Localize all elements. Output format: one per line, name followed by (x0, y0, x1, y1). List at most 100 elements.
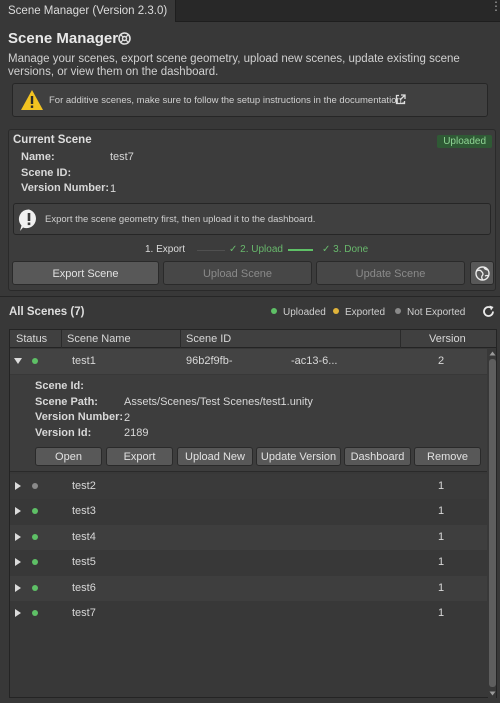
version-number-value: 1 (110, 183, 117, 195)
table-row[interactable]: test6 1 (10, 576, 487, 601)
export-hint-text: Export the scene geometry first, then up… (45, 214, 316, 225)
column-status[interactable]: Status (16, 333, 47, 345)
scene-name: test4 (72, 531, 96, 543)
column-scene-name[interactable]: Scene Name (67, 333, 131, 345)
chevron-right-icon[interactable] (14, 608, 22, 618)
table-row[interactable]: test2 1 (10, 474, 487, 499)
refresh-icon[interactable] (482, 305, 495, 318)
column-scene-id[interactable]: Scene ID (186, 333, 231, 345)
scene-name: test7 (72, 607, 96, 619)
detail-version-id-label: Version Id: (35, 427, 92, 439)
scene-id: 96b2f9fb- (186, 355, 233, 367)
vertical-scrollbar[interactable] (488, 349, 496, 698)
export-button[interactable]: Export (106, 447, 173, 466)
detail-scene-path-label: Scene Path: (35, 396, 98, 408)
table-row[interactable]: test5 1 (10, 550, 487, 575)
scene-name: test1 (72, 355, 96, 367)
column-version[interactable]: Version (429, 333, 466, 345)
legend-uploaded-label: Uploaded (283, 307, 326, 318)
chevron-right-icon[interactable] (14, 583, 22, 593)
view-dashboard-button[interactable] (470, 261, 494, 285)
detail-version-number-label: Version Number: (35, 411, 124, 423)
detail-scene-path-value: Assets/Scenes/Test Scenes/test1.unity (124, 396, 313, 408)
external-link-icon[interactable] (395, 94, 406, 105)
status-dot-icon (32, 508, 38, 514)
scene-version: 2 (438, 355, 445, 367)
scene-name: test5 (72, 556, 96, 568)
scene-name: test2 (72, 480, 96, 492)
chevron-down-icon[interactable] (14, 356, 22, 366)
page-description: Manage your scenes, export scene geometr… (8, 53, 460, 78)
column-separator[interactable] (61, 330, 62, 348)
legend-not-exported: Not Exported (395, 307, 465, 318)
scene-id-label: Scene ID: (21, 167, 72, 179)
editor-tab-bar: Scene Manager (Version 2.3.0) ⋮ (0, 0, 500, 22)
name-label: Name: (21, 151, 55, 163)
column-separator[interactable] (400, 330, 401, 348)
update-scene-button[interactable]: Update Scene (316, 261, 465, 285)
exported-dot-icon (333, 308, 339, 314)
not-exported-dot-icon (395, 308, 401, 314)
warning-icon (21, 90, 43, 110)
additive-scenes-notice: For additive scenes, make sure to follow… (12, 83, 488, 117)
legend-not-exported-label: Not Exported (407, 307, 466, 318)
more-options-icon[interactable]: ⋮ (490, 0, 500, 18)
open-button[interactable]: Open (35, 447, 102, 466)
page-title: Scene Manager (8, 30, 119, 47)
help-icon[interactable] (118, 32, 131, 45)
export-scene-button[interactable]: Export Scene (12, 261, 159, 285)
update-version-button[interactable]: Update Version (256, 447, 341, 466)
upload-scene-button[interactable]: Upload Scene (163, 261, 312, 285)
step-upload: ✓ 2. Upload (229, 244, 283, 255)
table-row[interactable]: test3 1 (10, 499, 487, 524)
version-number-label: Version Number: (21, 182, 110, 194)
scene-version: 1 (438, 480, 445, 492)
scroll-down-icon[interactable] (489, 690, 496, 697)
detail-version-id-value: 2189 (124, 427, 149, 439)
status-dot-icon (32, 483, 38, 489)
step-done: ✓ 3. Done (322, 244, 369, 255)
detail-scene-id-label: Scene Id: (35, 380, 84, 392)
uploaded-dot-icon (271, 308, 277, 314)
export-hint: Export the scene geometry first, then up… (13, 203, 491, 235)
table-row[interactable]: test4 1 (10, 525, 487, 550)
current-scene-panel: Current Scene Uploaded Name: test7 Scene… (8, 129, 496, 291)
scene-version: 1 (438, 556, 445, 568)
scene-id-suffix: -ac13-6... (291, 355, 338, 367)
scene-name: test6 (72, 582, 96, 594)
step-connector (197, 250, 225, 251)
status-dot-icon (32, 358, 38, 364)
table-header: Status Scene Name Scene ID Version (10, 330, 496, 348)
scrollbar-thumb[interactable] (489, 359, 496, 687)
dashboard-button[interactable]: Dashboard (344, 447, 411, 466)
status-dot-icon (32, 559, 38, 565)
info-icon (18, 209, 36, 231)
detail-version-number-value: 2 (124, 412, 131, 424)
all-scenes-title: All Scenes (7) (9, 306, 85, 318)
table-row[interactable]: test1 96b2f9fb- -ac13-6... 2 (10, 349, 487, 374)
chevron-right-icon[interactable] (14, 506, 22, 516)
chevron-right-icon[interactable] (14, 481, 22, 491)
chevron-right-icon[interactable] (14, 532, 22, 542)
table-row[interactable]: test7 1 (10, 601, 487, 626)
chevron-right-icon[interactable] (14, 557, 22, 567)
legend-uploaded: Uploaded (271, 307, 326, 318)
step-connector (288, 249, 313, 251)
status-badge: Uploaded (437, 135, 492, 148)
scroll-up-icon[interactable] (489, 350, 496, 357)
scene-version: 1 (438, 582, 445, 594)
window-tab[interactable]: Scene Manager (Version 2.3.0) (0, 0, 177, 22)
legend-exported: Exported (333, 307, 385, 318)
column-separator[interactable] (180, 330, 181, 348)
current-scene-title: Current Scene (13, 134, 92, 146)
scene-name: test3 (72, 505, 96, 517)
notice-text: For additive scenes, make sure to follow… (49, 95, 405, 106)
remove-button[interactable]: Remove (414, 447, 481, 466)
status-dot-icon (32, 610, 38, 616)
scene-version: 1 (438, 505, 445, 517)
legend-exported-label: Exported (345, 307, 386, 318)
status-dot-icon (32, 585, 38, 591)
name-value: test7 (110, 151, 134, 163)
progress-steps: 1. Export ✓ 2. Upload ✓ 3. Done (9, 244, 497, 258)
upload-new-button[interactable]: Upload New (177, 447, 253, 466)
